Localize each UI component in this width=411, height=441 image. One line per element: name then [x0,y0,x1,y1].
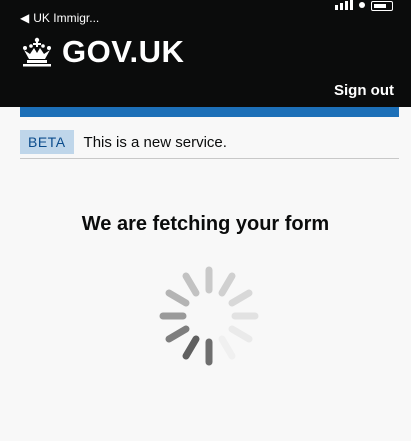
page-title: We are fetching your form [81,213,330,235]
signal-icon [335,0,353,10]
sign-out-link[interactable]: Sign out [334,82,394,99]
status-indicators [335,0,393,12]
phase-banner: BETA This is a new service. [20,126,399,159]
govuk-logo-link[interactable]: GOV.UK [20,34,184,70]
crown-icon [20,37,54,67]
govuk-header: ◀ UK Immigr... GOV.UK Sign out [0,0,411,107]
header-blue-bar [20,107,399,117]
phase-text: This is a new service. [83,133,227,151]
status-bar-back[interactable]: ◀ UK Immigr... [20,11,99,25]
back-arrow-icon: ◀ [20,11,30,25]
loading-spinner-icon [155,262,263,375]
brand-name: GOV.UK [62,34,185,69]
phase-tag: BETA [20,130,74,154]
battery-icon [371,1,393,11]
back-app-label: UK Immigr... [33,11,100,25]
wifi-icon [359,2,365,8]
